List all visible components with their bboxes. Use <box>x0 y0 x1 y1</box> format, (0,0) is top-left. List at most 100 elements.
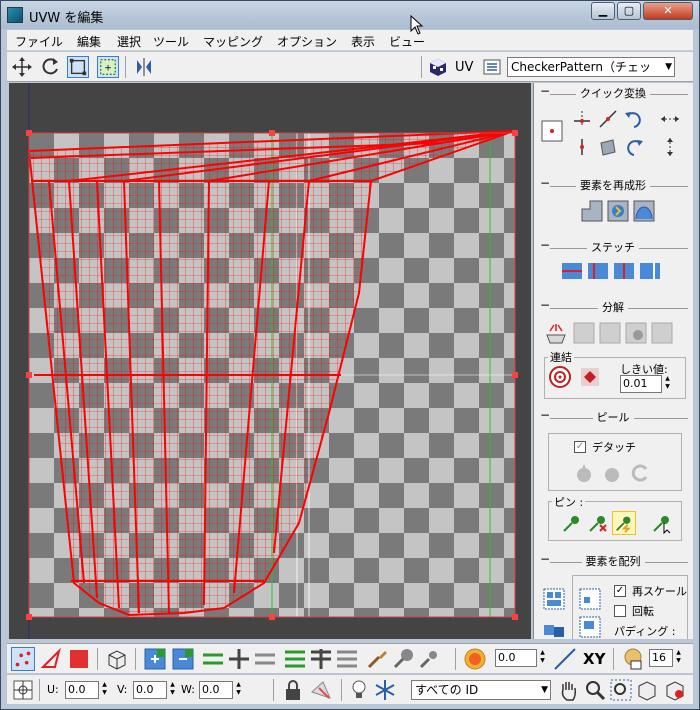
detach-checkbox[interactable]: ✓ <box>574 441 586 453</box>
flatten-by-smoothing-icon[interactable] <box>598 321 622 345</box>
threshold-spinner[interactable]: ▲ ▼ <box>663 375 672 393</box>
align-diagonal-icon[interactable] <box>596 107 620 131</box>
rescale-checkbox[interactable]: ✓ <box>614 585 626 597</box>
menu-options[interactable]: オプション <box>277 33 337 50</box>
select-pins-icon[interactable] <box>650 511 674 535</box>
peel-mode-icon[interactable] <box>600 461 624 485</box>
minimize-button[interactable]: ▁ <box>591 2 615 20</box>
paint-select-icon[interactable] <box>365 647 389 671</box>
unpin-icon[interactable] <box>586 511 610 535</box>
absolute-mode-icon[interactable] <box>11 678 35 702</box>
rotate-checkbox[interactable] <box>614 605 626 617</box>
bulb-icon[interactable] <box>347 678 371 702</box>
shrink-selection-icon[interactable] <box>171 647 195 671</box>
rollout-quick-transform[interactable]: − クイック変換 <box>538 84 688 101</box>
uv-canvas[interactable] <box>9 83 531 639</box>
stitch-target-icon[interactable] <box>638 259 662 283</box>
v-input[interactable]: 0.0 <box>133 681 167 699</box>
freeform-icon[interactable]: + <box>97 56 119 78</box>
rollout-reshape[interactable]: − 要素を再成形 <box>538 176 688 193</box>
weld-selected-icon[interactable] <box>548 365 572 389</box>
u-spinner[interactable]: ▲ ▼ <box>100 681 109 699</box>
soft-selection-icon[interactable] <box>463 647 487 671</box>
falloff-input[interactable]: 0.0 <box>495 649 537 667</box>
close-button[interactable]: ✕ <box>643 2 693 20</box>
face-mode-icon[interactable] <box>67 647 91 671</box>
list-icon[interactable] <box>481 56 503 78</box>
loop-shrink-icon[interactable] <box>253 647 277 671</box>
align-center-icon[interactable] <box>540 119 564 143</box>
grid-snap-icon[interactable] <box>621 647 645 671</box>
rollout-arrange[interactable]: − 要素を配列 <box>538 552 688 569</box>
pack-together-icon[interactable] <box>542 619 566 639</box>
threshold-input[interactable]: 0.01 <box>620 375 662 393</box>
weld-all-icon[interactable] <box>578 365 602 389</box>
flatten-by-material-icon[interactable] <box>624 321 648 345</box>
space-vertical-icon[interactable] <box>658 135 682 159</box>
quick-peel-icon[interactable] <box>572 461 596 485</box>
snowflake-icon[interactable] <box>373 678 397 702</box>
snap-spinner[interactable]: ▲ ▼ <box>674 649 683 667</box>
lock-icon[interactable] <box>281 678 305 702</box>
falloff-type-icon[interactable] <box>553 647 577 671</box>
stitch-average-icon[interactable] <box>612 259 636 283</box>
circularize-icon[interactable] <box>632 199 656 223</box>
break-icon[interactable] <box>544 321 568 345</box>
zoom-region-icon[interactable] <box>609 678 633 702</box>
pan-hand-icon[interactable] <box>557 678 581 702</box>
texture-dropdown[interactable]: CheckerPattern（チェッ ▼ <box>507 57 675 77</box>
element-mode-icon[interactable] <box>105 647 129 671</box>
vertex-mode-icon[interactable] <box>11 647 35 671</box>
relax-icon[interactable] <box>606 199 630 223</box>
rotate-icon[interactable] <box>39 56 61 78</box>
uv-viewport[interactable] <box>9 83 531 639</box>
zoom-icon[interactable] <box>583 678 607 702</box>
menu-tools[interactable]: ツール <box>153 33 189 50</box>
ring-shrink-icon[interactable] <box>335 647 359 671</box>
ring-grow-icon[interactable] <box>283 647 307 671</box>
pack-normalize-icon[interactable] <box>542 587 566 611</box>
snap-value-input[interactable]: 16 <box>649 649 673 667</box>
zoom-extents-icon[interactable] <box>635 678 659 702</box>
pack-custom-2-icon[interactable] <box>578 615 602 639</box>
u-input[interactable]: 0.0 <box>65 681 99 699</box>
menu-view[interactable]: ビュー <box>389 33 425 50</box>
loop-add-icon[interactable] <box>227 647 251 671</box>
w-input[interactable]: 0.0 <box>199 681 233 699</box>
stitch-custom-icon[interactable] <box>560 259 584 283</box>
rotate-minus-icon[interactable] <box>622 135 646 159</box>
rollout-peel[interactable]: − ピール <box>538 408 688 425</box>
rollout-explode[interactable]: − 分解 <box>538 298 688 315</box>
align-horizontal-icon[interactable] <box>570 107 594 131</box>
brush-shrink-icon[interactable] <box>417 647 441 671</box>
w-spinner[interactable]: ▲ ▼ <box>234 681 243 699</box>
menu-edit[interactable]: 編集 <box>77 33 101 50</box>
scale-icon[interactable] <box>67 56 89 78</box>
menu-select[interactable]: 選択 <box>117 33 141 50</box>
edge-mode-icon[interactable] <box>39 647 63 671</box>
auto-pin-icon[interactable] <box>612 511 636 535</box>
menu-file[interactable]: ファイル <box>15 33 63 50</box>
straighten-selection-icon[interactable] <box>580 199 604 223</box>
brush-enlarge-icon[interactable] <box>391 647 415 671</box>
zoom-selected-icon[interactable] <box>663 678 687 702</box>
straighten-icon[interactable] <box>596 135 620 159</box>
rotate-plus-icon[interactable] <box>622 107 646 131</box>
ring-add-icon[interactable] <box>309 647 333 671</box>
v-spinner[interactable]: ▲ ▼ <box>168 681 177 699</box>
flatten-icon[interactable] <box>572 321 596 345</box>
loop-grow-icon[interactable] <box>201 647 225 671</box>
pin-icon[interactable] <box>560 511 584 535</box>
checker-cube-icon[interactable] <box>427 56 449 78</box>
hide-icon[interactable] <box>309 678 333 702</box>
align-vertical-icon[interactable] <box>570 135 594 159</box>
move-icon[interactable] <box>11 56 33 78</box>
menu-mapping[interactable]: マッピング <box>203 33 263 50</box>
space-horizontal-icon[interactable] <box>658 107 682 131</box>
material-id-dropdown[interactable]: すべての ID ▼ <box>411 680 551 700</box>
rollout-stitch[interactable]: − ステッチ <box>538 238 688 255</box>
pack-custom-icon[interactable] <box>578 587 602 611</box>
mirror-icon[interactable] <box>133 56 155 78</box>
reset-peel-icon[interactable] <box>628 461 652 485</box>
grow-selection-icon[interactable] <box>143 647 167 671</box>
